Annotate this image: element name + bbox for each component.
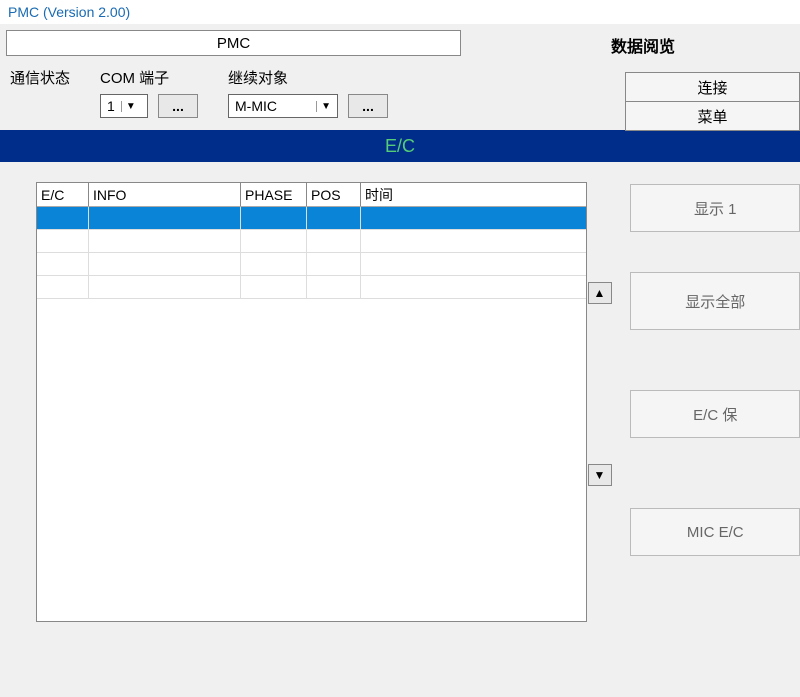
table-row[interactable] xyxy=(37,230,586,253)
triangle-down-icon: ▼ xyxy=(594,468,606,482)
cell-info xyxy=(89,276,241,298)
chevron-down-icon: ▼ xyxy=(316,101,335,112)
cell-phase xyxy=(241,253,307,275)
cell-ec xyxy=(37,253,89,275)
com-port-group: COM 端子 1 ▼ ... xyxy=(100,67,198,118)
col-header-pos[interactable]: POS xyxy=(307,183,361,206)
side-buttons-group: 显示 1 显示全部 E/C 保 MIC E/C xyxy=(630,184,800,636)
col-header-ec[interactable]: E/C xyxy=(37,183,89,206)
col-header-time[interactable]: 时间 xyxy=(361,183,586,206)
cell-phase xyxy=(241,207,307,229)
right-buttons-group: 连接 菜单 xyxy=(625,72,800,130)
cell-time xyxy=(361,253,586,275)
table-row[interactable] xyxy=(37,276,586,299)
table-body xyxy=(37,207,586,299)
col-header-info[interactable]: INFO xyxy=(89,183,241,206)
cell-pos xyxy=(307,276,361,298)
ec-banner: E/C xyxy=(0,130,800,162)
window-title: PMC (Version 2.00) xyxy=(0,0,800,24)
triangle-up-icon: ▲ xyxy=(594,286,606,300)
com-port-browse-button[interactable]: ... xyxy=(158,94,198,118)
cell-time xyxy=(361,276,586,298)
com-port-value: 1 xyxy=(107,98,115,114)
continue-target-label: 继续对象 xyxy=(228,67,388,88)
cell-info xyxy=(89,207,241,229)
content-row: E/C INFO PHASE POS 时间 xyxy=(0,164,800,636)
com-port-label: COM 端子 xyxy=(100,67,198,88)
continue-target-browse-button[interactable]: ... xyxy=(348,94,388,118)
cell-pos xyxy=(307,230,361,252)
show-all-button[interactable]: 显示全部 xyxy=(630,272,800,330)
continue-target-group: 继续对象 M-MIC ▼ ... xyxy=(228,67,388,118)
scroll-down-button[interactable]: ▼ xyxy=(588,464,612,486)
table-header-row: E/C INFO PHASE POS 时间 xyxy=(37,183,586,207)
cell-pos xyxy=(307,253,361,275)
main-area: PMC 数据阅览 连接 菜单 通信状态 COM 端子 1 ▼ ... 继续对象 … xyxy=(0,24,800,697)
cell-pos xyxy=(307,207,361,229)
cell-time xyxy=(361,230,586,252)
mic-ec-button[interactable]: MIC E/C xyxy=(630,508,800,556)
table-row[interactable] xyxy=(37,253,586,276)
cell-ec xyxy=(37,207,89,229)
show-one-button[interactable]: 显示 1 xyxy=(630,184,800,232)
scroll-buttons: ▲ ▼ xyxy=(587,182,613,636)
continue-target-value: M-MIC xyxy=(235,98,277,114)
cell-phase xyxy=(241,276,307,298)
connect-button[interactable]: 连接 xyxy=(625,72,800,102)
com-port-select[interactable]: 1 ▼ xyxy=(100,94,148,118)
header-row: PMC 数据阅览 xyxy=(0,24,800,57)
continue-target-select[interactable]: M-MIC ▼ xyxy=(228,94,338,118)
ec-table: E/C INFO PHASE POS 时间 xyxy=(36,182,587,622)
menu-button[interactable]: 菜单 xyxy=(625,101,800,131)
pmc-tab[interactable]: PMC xyxy=(6,30,461,56)
table-row[interactable] xyxy=(37,207,586,230)
scroll-up-button[interactable]: ▲ xyxy=(588,282,612,304)
cell-info xyxy=(89,253,241,275)
cell-ec xyxy=(37,230,89,252)
ec-save-button[interactable]: E/C 保 xyxy=(630,390,800,438)
cell-time xyxy=(361,207,586,229)
cell-phase xyxy=(241,230,307,252)
comm-status-group: 通信状态 xyxy=(10,67,70,88)
cell-info xyxy=(89,230,241,252)
data-browse-title: 数据阅览 xyxy=(611,30,675,57)
comm-status-label: 通信状态 xyxy=(10,67,70,88)
col-header-phase[interactable]: PHASE xyxy=(241,183,307,206)
chevron-down-icon: ▼ xyxy=(121,101,140,112)
cell-ec xyxy=(37,276,89,298)
